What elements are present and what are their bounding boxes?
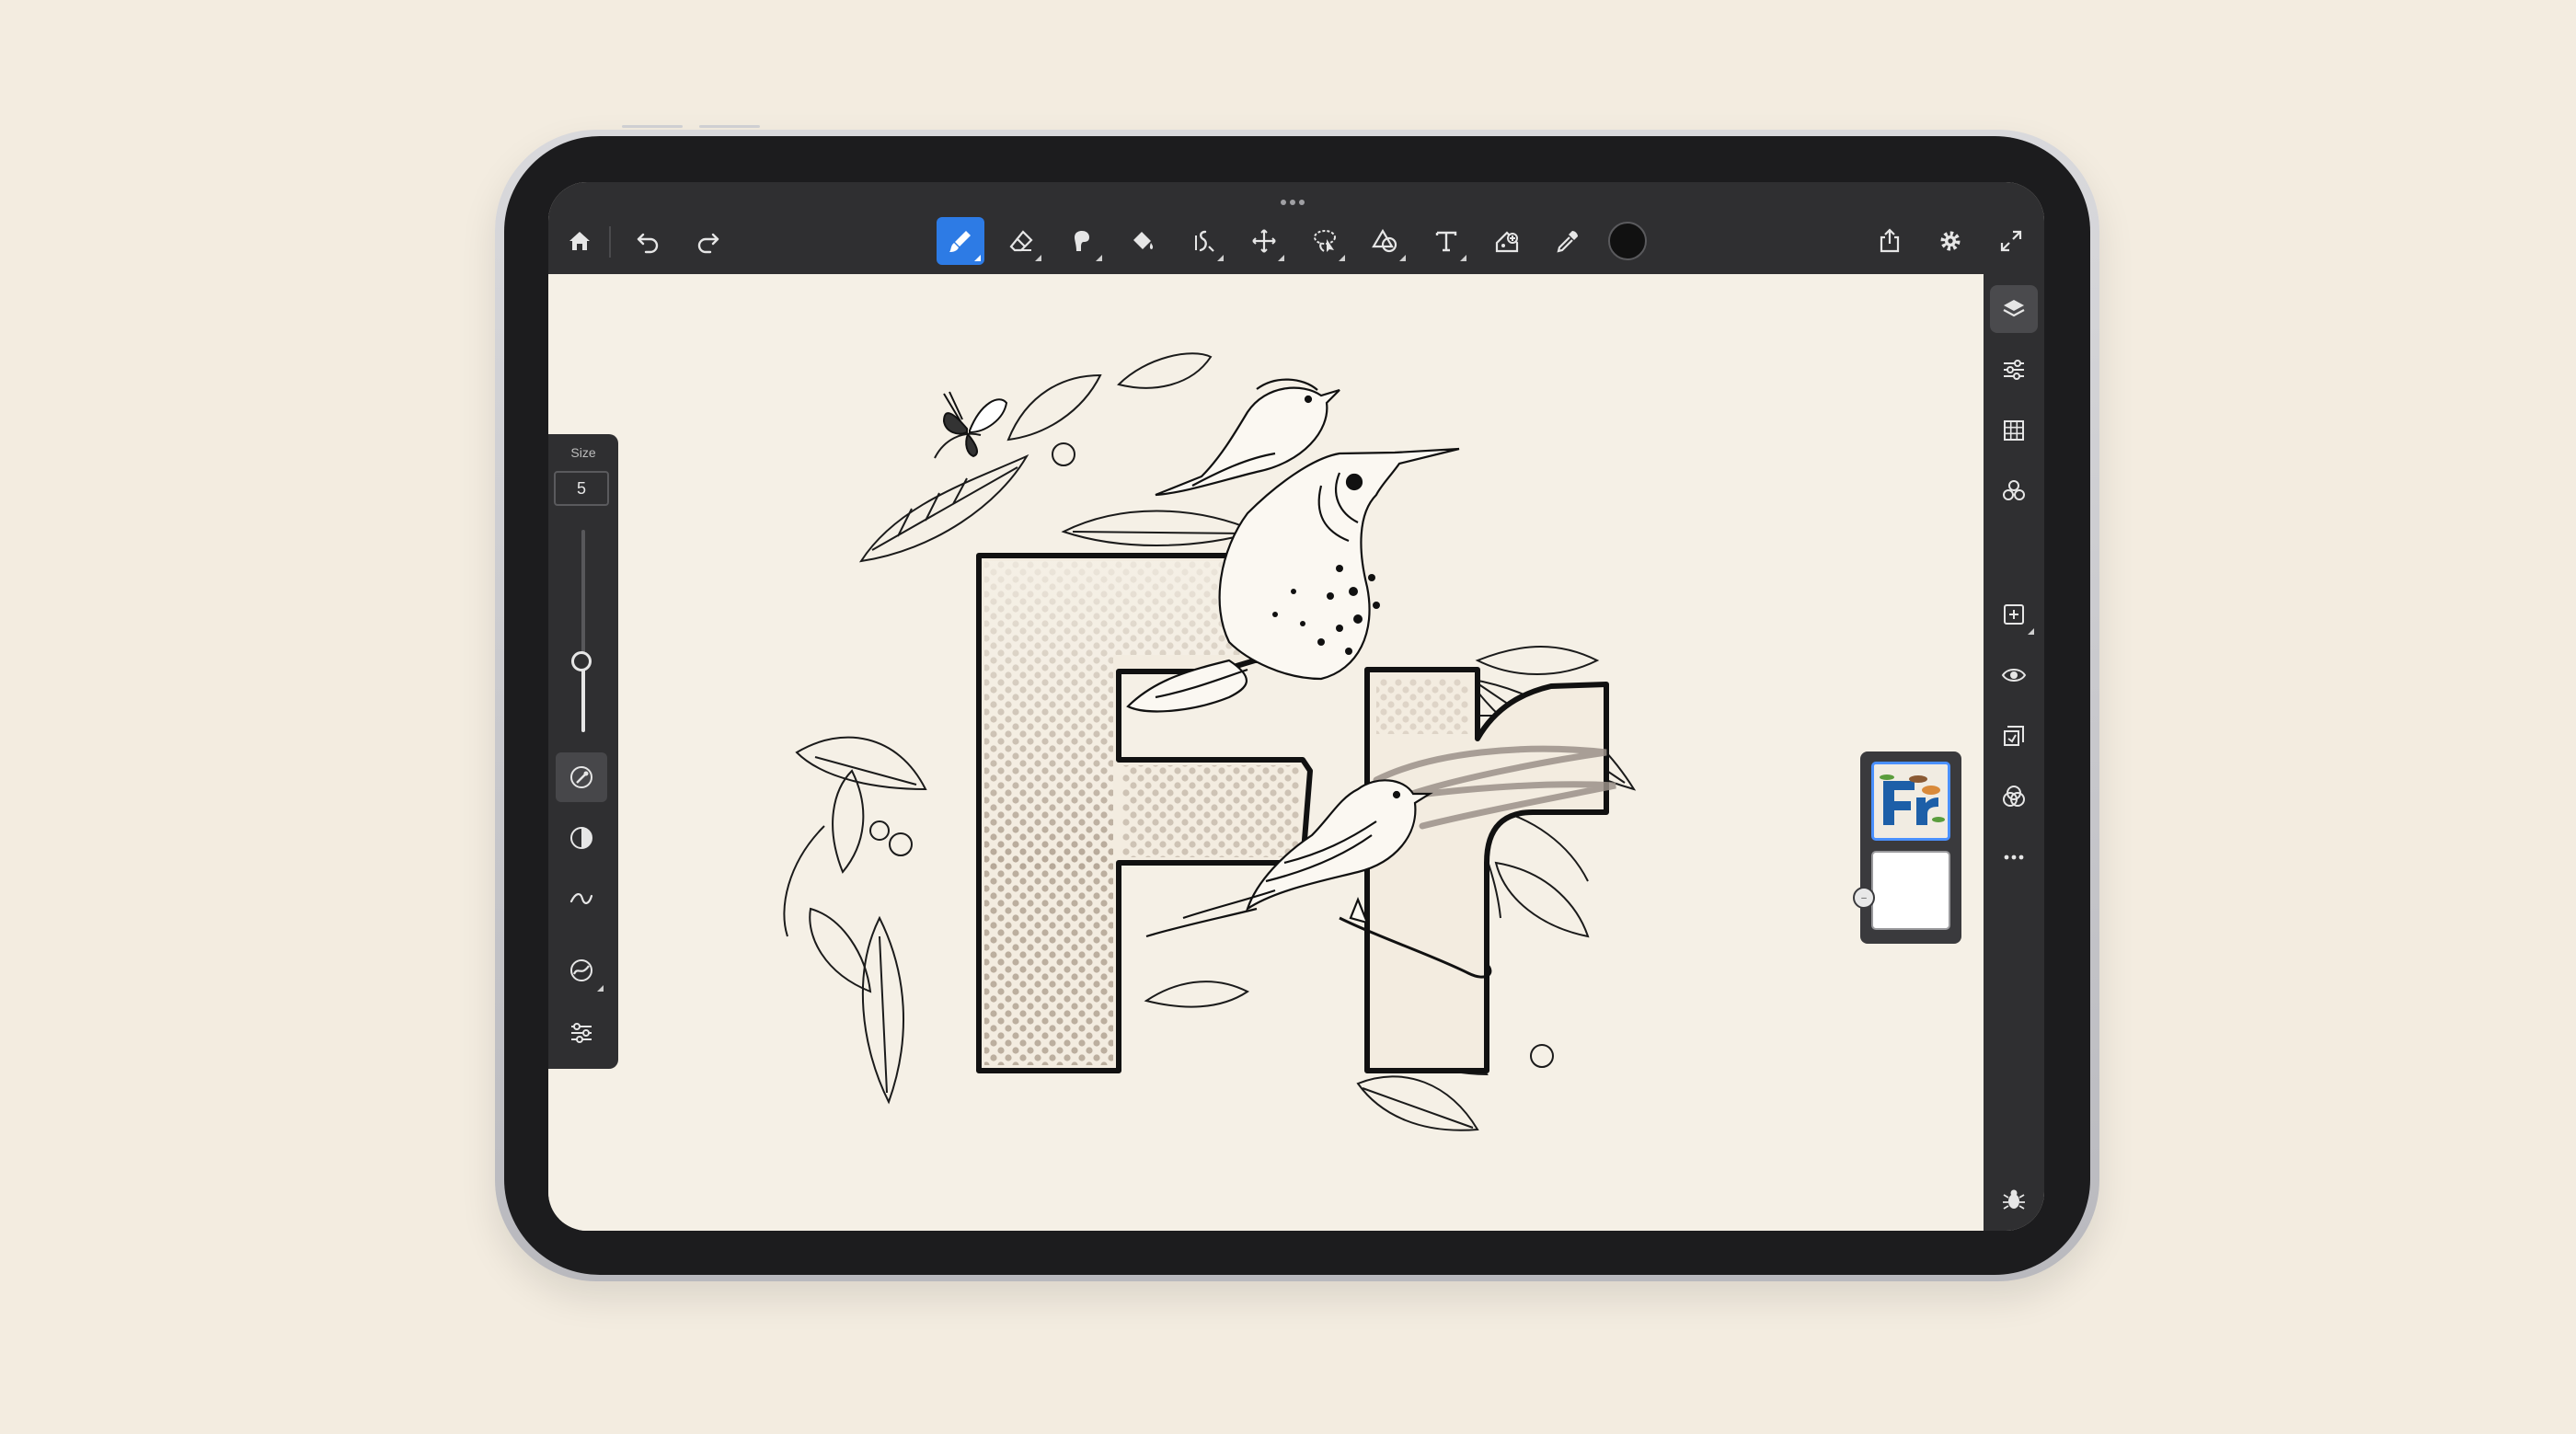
app-screen: – Size 5 [548, 182, 2044, 1231]
eraser-tool-icon [1009, 230, 1033, 252]
eyedropper-icon [1557, 231, 1578, 253]
brush-settings-button[interactable] [556, 752, 607, 802]
add-layer-icon [2004, 604, 2024, 625]
brush-tool-button[interactable] [937, 217, 984, 265]
grid-icon [2004, 420, 2024, 441]
visibility-button[interactable] [1990, 651, 2038, 699]
fill-bucket-icon [1133, 232, 1154, 249]
layers-thumbnail-panel: – [1853, 751, 1961, 944]
layer-preview-image [1880, 774, 1945, 825]
settings-button[interactable] [1926, 217, 1974, 265]
bug-report-button[interactable] [1990, 1176, 2038, 1223]
layer-thumbnail-blank[interactable] [1871, 851, 1950, 930]
transform-icon [1252, 229, 1276, 253]
settings-gear-icon [1940, 231, 1961, 251]
place-image-icon [1495, 231, 1519, 253]
text-tool-button[interactable] [1422, 217, 1470, 265]
smoothing-button[interactable] [556, 874, 607, 923]
layer-properties-button[interactable] [1990, 346, 2038, 394]
layer-mask-icon [2004, 726, 2024, 746]
undo-icon [637, 233, 659, 254]
brush-adjustments-button[interactable] [556, 1008, 607, 1058]
layers-button[interactable] [1990, 285, 2038, 333]
layer-thumbnail-artwork[interactable] [1871, 762, 1950, 841]
fill-tool-button[interactable] [1119, 217, 1167, 265]
layer-properties-icon [2004, 360, 2024, 380]
color-blend-icon [2003, 480, 2025, 500]
undo-button[interactable] [624, 217, 672, 265]
grid-button[interactable] [1990, 407, 2038, 454]
share-button[interactable] [1866, 217, 1914, 265]
liquify-icon [1195, 230, 1214, 252]
place-image-button[interactable] [1483, 217, 1531, 265]
size-label: Size [570, 445, 596, 460]
smoothing-icon [569, 893, 593, 904]
layer-mask-button[interactable] [1990, 712, 2038, 760]
size-slider-fill [581, 661, 585, 732]
opacity-button[interactable] [556, 813, 607, 863]
visibility-eye-icon [2001, 669, 2027, 682]
volume-button [622, 125, 683, 128]
pressure-dynamics-icon [570, 959, 592, 981]
blend-mode-button[interactable] [1990, 773, 2038, 820]
drawing-canvas[interactable]: – [548, 274, 1984, 1231]
share-icon [1880, 228, 1900, 253]
bug-report-icon [2003, 1189, 2025, 1210]
home-icon [569, 232, 590, 250]
toolbar-divider [609, 226, 611, 258]
fullscreen-icon [2000, 230, 2022, 252]
home-button[interactable] [556, 217, 604, 265]
liquify-tool-button[interactable] [1179, 217, 1227, 265]
layer-badge-icon[interactable]: – [1853, 887, 1875, 909]
brush-tool-icon [949, 231, 971, 252]
brush-settings-icon [570, 766, 592, 788]
current-color-swatch[interactable] [1608, 222, 1647, 260]
opacity-icon [570, 827, 592, 849]
color-blend-button[interactable] [1990, 467, 2038, 515]
right-sidebar [1984, 274, 2044, 1231]
butterfly-drawing [942, 391, 1008, 458]
size-value-field[interactable]: 5 [554, 471, 609, 506]
artwork-illustration [783, 352, 1637, 1131]
add-layer-button[interactable] [1990, 591, 2038, 638]
pressure-dynamics-button[interactable] [556, 946, 607, 995]
redo-icon [697, 233, 719, 254]
brush-properties-panel: Size 5 [548, 434, 618, 1069]
smudge-tool-button[interactable] [1058, 217, 1106, 265]
redo-button[interactable] [684, 217, 732, 265]
eraser-tool-button[interactable] [997, 217, 1045, 265]
selection-tool-button[interactable] [1301, 217, 1349, 265]
shapes-icon [1372, 228, 1397, 253]
fullscreen-button[interactable] [1987, 217, 2035, 265]
smudge-tool-icon [1075, 231, 1089, 251]
blend-mode-icon [2003, 786, 2025, 807]
size-slider-handle[interactable] [571, 651, 592, 671]
more-options-icon [2004, 855, 2024, 860]
eyedropper-button[interactable] [1544, 217, 1592, 265]
volume-button [699, 125, 760, 128]
text-tool-icon [1435, 231, 1457, 252]
lasso-selection-icon [1314, 230, 1336, 252]
layers-icon [2003, 300, 2025, 317]
multitask-grabber[interactable] [1281, 193, 1308, 205]
top-toolbar [548, 182, 2044, 274]
more-options-button[interactable] [1990, 833, 2038, 881]
shapes-tool-button[interactable] [1362, 217, 1409, 265]
transform-tool-button[interactable] [1240, 217, 1288, 265]
brush-adjustments-icon [571, 1023, 592, 1043]
